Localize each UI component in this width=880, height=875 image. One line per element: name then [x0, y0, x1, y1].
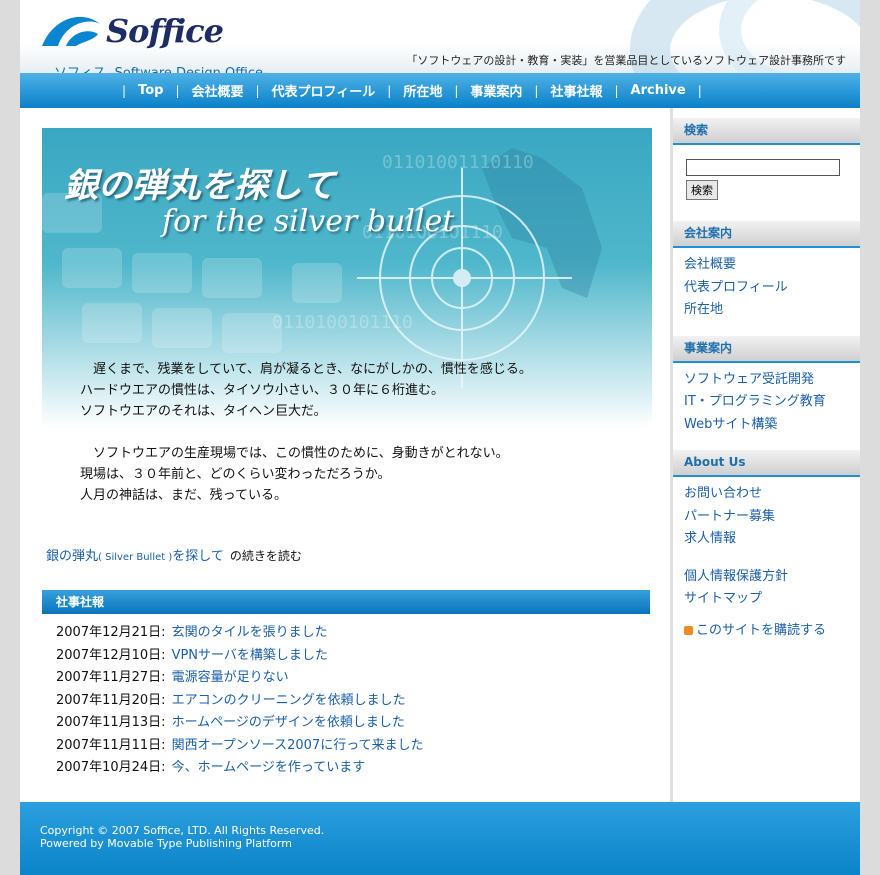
rss-subscribe: このサイトを購読する [673, 611, 860, 638]
nav-item-profile[interactable]: 代表プロフィール [272, 81, 376, 100]
read-more-link-small: ( Silver Bullet ) [98, 552, 173, 563]
read-more-link-part-b: を探して [172, 549, 224, 564]
news-section-title: 社事社報 [42, 590, 650, 614]
read-more: 銀の弾丸( Silver Bullet )を探して の続きを読む [46, 545, 302, 564]
sidebar-link-privacy[interactable]: 個人情報保護方針 [684, 569, 788, 584]
sidebar-link-it-education[interactable]: IT・プログラミング教育 [684, 394, 826, 409]
nav-item-company[interactable]: 会社概要 [191, 81, 243, 100]
nav-separator: | [534, 83, 539, 98]
company-links: 会社概要 代表プロフィール 所在地 [673, 248, 860, 328]
read-more-link-part-a: 銀の弾丸 [46, 549, 99, 564]
intro-paragraph-2: ソフトウエアの生産現場では、この慣性のために、身動きがとれない。 現場は、３０年… [80, 446, 509, 503]
rss-subscribe-link[interactable]: このサイトを購読する [696, 623, 826, 638]
read-more-link[interactable]: 銀の弾丸( Silver Bullet )を探して [46, 549, 224, 564]
about-section-title: About Us [673, 450, 860, 477]
business-section-title: 事業案内 [673, 335, 860, 363]
sidebar-link-jobs[interactable]: 求人情報 [684, 531, 736, 546]
header: Soffice ソフィス -Software Design Office- 「ソ… [20, 0, 860, 73]
nav-item-top[interactable]: Top [138, 83, 163, 98]
news-item: 2007年11月13日: ホームページのデザインを依頼しました [56, 712, 424, 735]
page: Soffice ソフィス -Software Design Office- 「ソ… [20, 0, 860, 875]
nav-separator: | [122, 83, 127, 98]
main-content: 01101001110110 0110100101110 01101001011… [20, 108, 670, 802]
news-item: 2007年11月27日: 電源容量が足りない [56, 667, 424, 690]
news-list: 2007年12月21日: 玄関のタイルを張りました 2007年12月10日: VPNサ… [56, 622, 424, 780]
main-nav: | Top | 会社概要 | 代表プロフィール | 所在地 | 事業案内 | 社… [20, 73, 860, 108]
news-item: 2007年12月10日: VPNサーバを構築しました [56, 645, 424, 668]
news-link[interactable]: 電源容量が足りない [172, 670, 289, 685]
news-link[interactable]: 関西オープンソース2007に行って来ました [172, 738, 424, 753]
search-button[interactable]: 検索 [686, 179, 718, 200]
read-more-suffix: の続きを読む [229, 549, 302, 563]
sidebar: 検索 検索 会社案内 会社概要 代表プロフィール 所在地 事業案内 ソフトウェア… [670, 108, 860, 802]
news-item: 2007年11月11日: 関西オープンソース2007に行って来ました [56, 735, 424, 758]
nav-separator: | [614, 83, 619, 98]
logo-name: Soffice [106, 12, 224, 50]
nav-item-news[interactable]: 社事社報 [550, 81, 602, 100]
hero-subtitle: for the silver bullet [162, 204, 455, 239]
news-date: 2007年11月13日: [56, 715, 166, 730]
news-link[interactable]: エアコンのクリーニングを依頼しました [172, 693, 406, 708]
nav-separator: | [454, 83, 459, 98]
logo-mark-icon [42, 16, 100, 46]
news-link[interactable]: VPNサーバを構築しました [172, 648, 328, 663]
news-date: 2007年11月11日: [56, 737, 166, 753]
sidebar-link-web-building[interactable]: Webサイト構築 [684, 417, 777, 432]
sidebar-link-location[interactable]: 所在地 [684, 302, 723, 317]
about-links: お問い合わせ パートナー募集 求人情報 [673, 477, 860, 551]
intro-paragraph-1: 遅くまで、残業をしていて、肩が凝るとき、なにがしかの、慣性を感じる。 ハードウエ… [80, 362, 532, 419]
nav-separator: | [697, 83, 702, 98]
news-date: 2007年11月27日: [56, 670, 166, 685]
company-section-title: 会社案内 [673, 221, 860, 248]
logo-subtitle: ソフィス -Software Design Office- [54, 62, 268, 73]
policy-links: 個人情報保護方針 サイトマップ [673, 566, 860, 611]
footer: Copyright © 2007 Soffice, LTD. All Right… [20, 802, 860, 875]
sidebar-link-contact[interactable]: お問い合わせ [684, 486, 762, 501]
news-date: 2007年12月10日: [56, 647, 166, 663]
news-link[interactable]: 今、ホームページを作っています [172, 760, 366, 775]
sidebar-link-company[interactable]: 会社概要 [684, 257, 736, 272]
sidebar-link-partner[interactable]: パートナー募集 [684, 509, 775, 524]
search-section-title: 検索 [673, 118, 860, 145]
news-link[interactable]: ホームページのデザインを依頼しました [172, 715, 405, 730]
powered-by-link[interactable]: Movable Type Publishing Platform [107, 837, 292, 850]
news-date: 2007年11月20日: [56, 692, 166, 708]
news-date: 2007年12月21日: [56, 625, 166, 640]
sidebar-link-profile[interactable]: 代表プロフィール [684, 280, 788, 295]
nav-item-archive[interactable]: Archive [631, 83, 686, 98]
nav-separator: | [175, 83, 180, 98]
hero-title: 銀の弾丸を探して [64, 166, 335, 206]
search-input[interactable] [686, 158, 840, 176]
news-link[interactable]: 玄関のタイルを張りました [172, 625, 328, 640]
rss-feed-icon [684, 625, 693, 635]
nav-separator: | [255, 83, 260, 98]
copyright-text: Copyright © 2007 Soffice, LTD. All Right… [40, 824, 325, 837]
powered-by-prefix: Powered by [40, 837, 108, 850]
news-date: 2007年10月24日: [56, 760, 166, 775]
sidebar-link-sitemap[interactable]: サイトマップ [684, 591, 762, 606]
business-links: ソフトウェア受託開発 IT・プログラミング教育 Webサイト構築 [673, 363, 860, 443]
search-box: 検索 [673, 145, 860, 213]
sidebar-link-software-dev[interactable]: ソフトウェア受託開発 [684, 372, 814, 387]
news-item: 2007年11月20日: エアコンのクリーニングを依頼しました [56, 690, 424, 713]
news-item: 2007年12月21日: 玄関のタイルを張りました [56, 622, 424, 645]
nav-item-business[interactable]: 事業案内 [470, 81, 522, 100]
news-item: 2007年10月24日: 今、ホームページを作っています [56, 757, 424, 780]
nav-item-location[interactable]: 所在地 [403, 81, 442, 100]
site-tagline: 「ソフトウェアの設計・教育・実装」を営業品目としているソフトウェア設計事務所です [406, 54, 846, 67]
footer-text: Copyright © 2007 Soffice, LTD. All Right… [40, 824, 324, 850]
nav-separator: | [387, 83, 392, 98]
